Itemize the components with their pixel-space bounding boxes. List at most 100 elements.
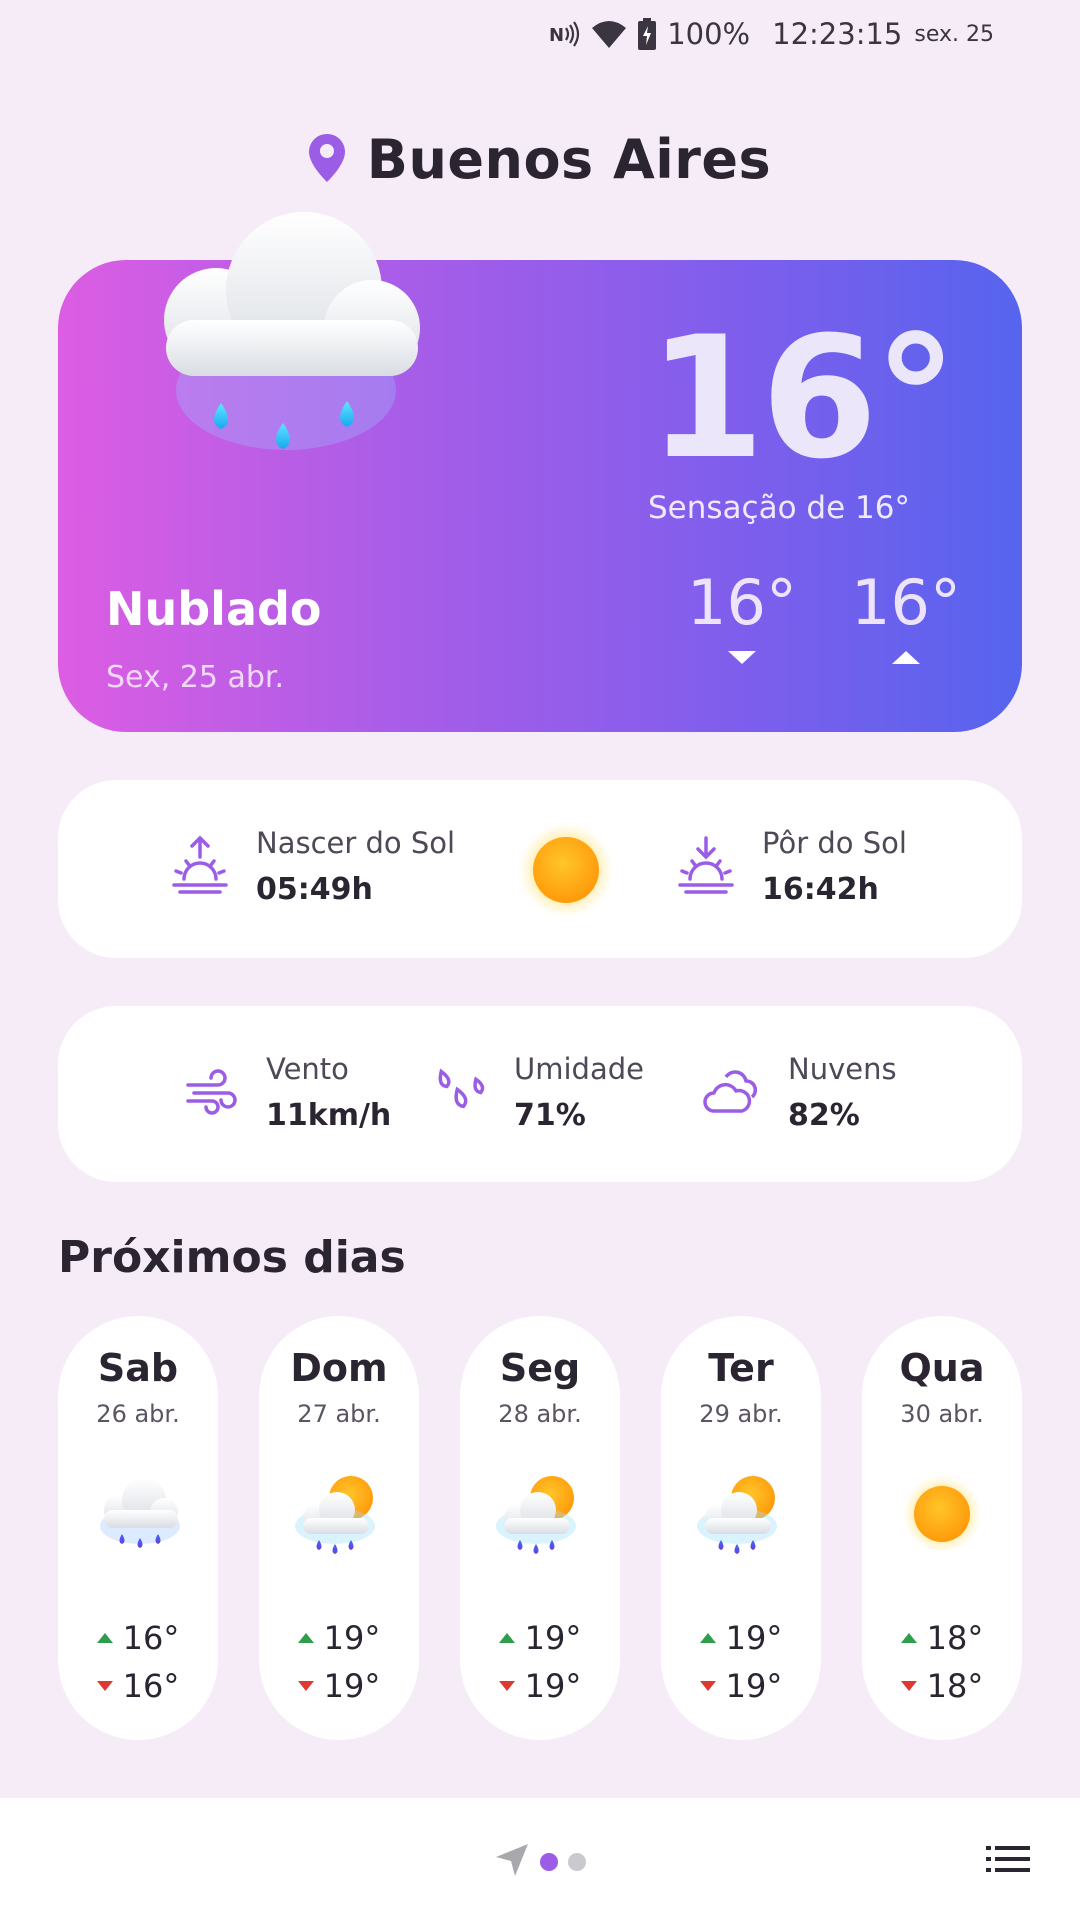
humidity-value: 71%	[514, 1098, 586, 1133]
navigation-arrow-icon[interactable]	[494, 1842, 530, 1882]
clouds-icon	[702, 1063, 762, 1123]
max-temperature-value: 16°	[851, 566, 961, 639]
humidity-icon	[432, 1063, 488, 1123]
forecast-max-value: 19°	[725, 1619, 783, 1657]
bottom-navigation	[0, 1798, 1080, 1920]
sunrise-icon	[170, 835, 230, 899]
forecast-min: 19°	[259, 1662, 419, 1710]
sun-cloud-rain-icon	[490, 1464, 590, 1564]
forecast-day: Ter	[708, 1346, 774, 1390]
list-menu-icon	[986, 1846, 1030, 1872]
clock-time: 12:23:15	[772, 17, 903, 51]
forecast-min-value: 19°	[524, 1667, 582, 1705]
wind-value: 11km/h	[266, 1098, 392, 1133]
forecast-date: 26 abr.	[96, 1400, 180, 1428]
arrow-up-icon	[96, 1633, 113, 1643]
forecast-max: 18°	[862, 1614, 1022, 1662]
current-date: Sex, 25 abr.	[106, 660, 285, 695]
page-dot-active[interactable]	[540, 1853, 558, 1871]
arrow-down-icon	[900, 1681, 917, 1691]
arrow-down-icon	[498, 1681, 515, 1691]
sun-times-card: Nascer do Sol 05:49h Pôr do Sol 16:42h	[58, 780, 1022, 958]
forecast-date: 27 abr.	[297, 1400, 381, 1428]
forecast-min-value: 19°	[323, 1667, 381, 1705]
arrow-down-icon	[297, 1681, 314, 1691]
forecast-min: 19°	[460, 1662, 620, 1710]
weather-stats-card: Vento 11km/h Umidade 71% Nuvens 82%	[58, 1006, 1022, 1182]
clouds-value: 82%	[788, 1098, 860, 1133]
min-temperature: 16°	[682, 566, 802, 664]
forecast-max: 19°	[661, 1614, 821, 1662]
arrow-up-icon	[900, 1633, 917, 1643]
forecast-day-card[interactable]: Sab 26 abr. 16° 16°	[58, 1316, 218, 1740]
forecast-max-value: 18°	[926, 1619, 984, 1657]
sun-cloud-rain-icon	[691, 1464, 791, 1564]
wind-info: Vento 11km/h	[184, 1052, 391, 1133]
forecast-day-card[interactable]: Dom 27 abr. 19° 19°	[259, 1316, 419, 1740]
menu-button[interactable]	[986, 1844, 1030, 1878]
forecast-day-card[interactable]: Seg 28 abr. 19° 19°	[460, 1316, 620, 1740]
clouds-info: Nuvens 82%	[702, 1052, 897, 1133]
arrow-up-icon	[498, 1633, 515, 1643]
forecast-min: 18°	[862, 1662, 1022, 1710]
forecast-max: 16°	[58, 1614, 218, 1662]
sunset-info: Pôr do Sol 16:42h	[676, 826, 907, 907]
sunset-label: Pôr do Sol	[762, 826, 907, 860]
forecast-min-value: 16°	[122, 1667, 180, 1705]
sun-cloud-rain-icon	[289, 1464, 389, 1564]
forecast-day: Sab	[97, 1346, 179, 1390]
status-date: sex. 25	[914, 21, 994, 47]
forecast-max: 19°	[460, 1614, 620, 1662]
arrow-down-icon	[728, 651, 756, 664]
city-name: Buenos Aires	[366, 128, 772, 191]
sunrise-info: Nascer do Sol 05:49h	[170, 826, 455, 907]
wind-label: Vento	[266, 1052, 349, 1086]
forecast-max-value: 19°	[323, 1619, 381, 1657]
location-header[interactable]: Buenos Aires	[0, 128, 1080, 191]
arrow-down-icon	[96, 1681, 113, 1691]
min-temperature-value: 16°	[687, 566, 797, 639]
humidity-info: Umidade 71%	[432, 1052, 644, 1133]
clouds-label: Nuvens	[788, 1052, 897, 1086]
forecast-day: Dom	[290, 1346, 388, 1390]
rain-cloud-icon	[88, 1464, 188, 1564]
arrow-up-icon	[297, 1633, 314, 1643]
forecast-day: Seg	[499, 1346, 581, 1390]
sunrise-value: 05:49h	[256, 872, 373, 907]
wifi-icon	[591, 20, 627, 48]
forecast-min-value: 19°	[725, 1667, 783, 1705]
feels-like: Sensação de 16°	[648, 490, 910, 526]
max-temperature: 16°	[846, 566, 966, 664]
current-temperature: 16°	[648, 300, 958, 496]
location-pin-icon	[308, 133, 345, 186]
rain-cloud-icon	[136, 200, 436, 504]
forecast-day-card[interactable]: Ter 29 abr. 19° 19°	[661, 1316, 821, 1740]
page-indicator[interactable]	[494, 1842, 586, 1882]
battery-level: 100%	[667, 17, 751, 51]
forecast-min: 16°	[58, 1662, 218, 1710]
humidity-label: Umidade	[514, 1052, 644, 1086]
svg-text:N: N	[549, 25, 564, 46]
forecast-max-value: 19°	[524, 1619, 582, 1657]
forecast-day: Qua	[899, 1346, 985, 1390]
nfc-icon: N	[549, 20, 581, 48]
current-weather-card[interactable]: 16° Sensação de 16° Nublado Sex, 25 abr.…	[58, 212, 1022, 732]
arrow-up-icon	[892, 651, 920, 664]
sunset-icon	[676, 835, 736, 899]
forecast-max-value: 16°	[122, 1619, 180, 1657]
forecast-min-value: 18°	[926, 1667, 984, 1705]
arrow-up-icon	[699, 1633, 716, 1643]
forecast-max: 19°	[259, 1614, 419, 1662]
wind-icon	[184, 1063, 240, 1123]
arrow-down-icon	[699, 1681, 716, 1691]
forecast-date: 30 abr.	[900, 1400, 984, 1428]
sun-icon	[516, 820, 616, 924]
sunrise-label: Nascer do Sol	[256, 826, 456, 860]
sun-icon	[892, 1464, 992, 1564]
forecast-day-card[interactable]: Qua 30 abr. 18° 18°	[862, 1316, 1022, 1740]
forecast-title: Próximos dias	[58, 1232, 406, 1283]
status-bar: N 100% 12:23:15 sex. 25	[549, 14, 994, 54]
page-dot[interactable]	[568, 1853, 586, 1871]
forecast-date: 28 abr.	[498, 1400, 582, 1428]
sunset-value: 16:42h	[762, 872, 879, 907]
